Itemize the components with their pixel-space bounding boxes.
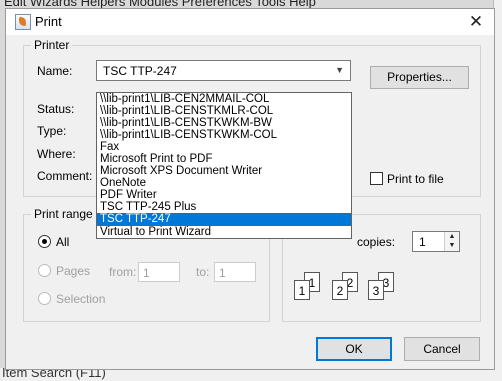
page-icon: 2 <box>332 280 348 300</box>
print-to-file-checkbox[interactable] <box>370 172 383 185</box>
printer-option[interactable]: TSC TTP-247 <box>97 213 351 226</box>
collate-icon-set-1: 1 1 <box>294 272 334 302</box>
printer-option[interactable]: OneNote <box>97 177 351 189</box>
from-field[interactable]: 1 <box>138 262 180 282</box>
ok-button[interactable]: OK <box>316 337 392 361</box>
from-value: 1 <box>143 266 150 280</box>
type-label: Type: <box>37 124 67 138</box>
page-number: 2 <box>336 284 344 298</box>
from-label: from: <box>109 265 137 279</box>
collate-icon-set-2: 2 2 <box>332 272 372 302</box>
to-field[interactable]: 1 <box>214 262 256 282</box>
java-app-icon <box>15 14 31 30</box>
copies-value: 1 <box>419 235 426 249</box>
page-icon: 3 <box>368 280 384 300</box>
cancel-button[interactable]: Cancel <box>404 337 480 361</box>
printer-option[interactable]: Microsoft Print to PDF <box>97 153 351 165</box>
print-selection-label[interactable]: Selection <box>56 292 105 306</box>
status-label: Status: <box>37 102 75 116</box>
printer-option[interactable]: \\lib-print1\LIB-CENSTKWKM-BW <box>97 117 351 129</box>
dialog-title: Print <box>35 14 62 29</box>
chevron-down-icon: ▼ <box>335 65 344 75</box>
printer-option[interactable]: PDF Writer <box>97 189 351 201</box>
spinner-arrows-icon[interactable]: ▲ ▼ <box>444 232 459 251</box>
print-all-label[interactable]: All <box>56 235 69 249</box>
printer-option[interactable]: TSC TTP-245 Plus <box>97 201 351 213</box>
copies-spinner[interactable]: 1 ▲ ▼ <box>412 231 460 252</box>
print-all-radio[interactable] <box>38 235 51 248</box>
page-number: 3 <box>372 284 380 298</box>
page-number: 1 <box>298 284 306 298</box>
print-pages-radio[interactable] <box>38 264 51 277</box>
printer-name-select[interactable]: TSC TTP-247 ▼ <box>96 60 351 81</box>
printer-name-value: TSC TTP-247 <box>103 64 177 78</box>
print-range-label: Print range <box>31 207 96 221</box>
print-selection-radio[interactable] <box>38 292 51 305</box>
printer-option[interactable]: Fax <box>97 141 351 153</box>
print-to-file-label[interactable]: Print to file <box>387 172 444 186</box>
where-label: Where: <box>37 147 76 161</box>
name-label: Name: <box>37 64 73 78</box>
printer-option[interactable]: \\lib-print1\LIB-CEN2MMAIL-COL <box>97 93 351 105</box>
printer-option[interactable]: \\lib-print1\LIB-CENSTKMLR-COL <box>97 105 351 117</box>
to-label: to: <box>196 265 210 279</box>
copies-label: copies: <box>357 235 396 249</box>
printer-option[interactable]: Microsoft XPS Document Writer <box>97 165 351 177</box>
printer-group-label: Printer <box>31 38 73 52</box>
dialog-titlebar: Print ✕ <box>6 9 494 35</box>
close-icon[interactable]: ✕ <box>464 11 488 33</box>
properties-button[interactable]: Properties... <box>370 66 469 89</box>
printer-option[interactable]: \\lib-print1\LIB-CENSTKWKM-COL <box>97 129 351 141</box>
printer-dropdown-list[interactable]: \\lib-print1\LIB-CEN2MMAIL-COL \\lib-prin… <box>96 92 352 239</box>
to-value: 1 <box>219 266 226 280</box>
printer-option[interactable]: Virtual to Print Wizard <box>97 226 351 238</box>
print-pages-label[interactable]: Pages <box>56 264 90 278</box>
page-icon: 1 <box>294 280 310 300</box>
comment-label: Comment: <box>37 169 93 183</box>
collate-icon-set-3: 3 3 <box>368 272 408 302</box>
